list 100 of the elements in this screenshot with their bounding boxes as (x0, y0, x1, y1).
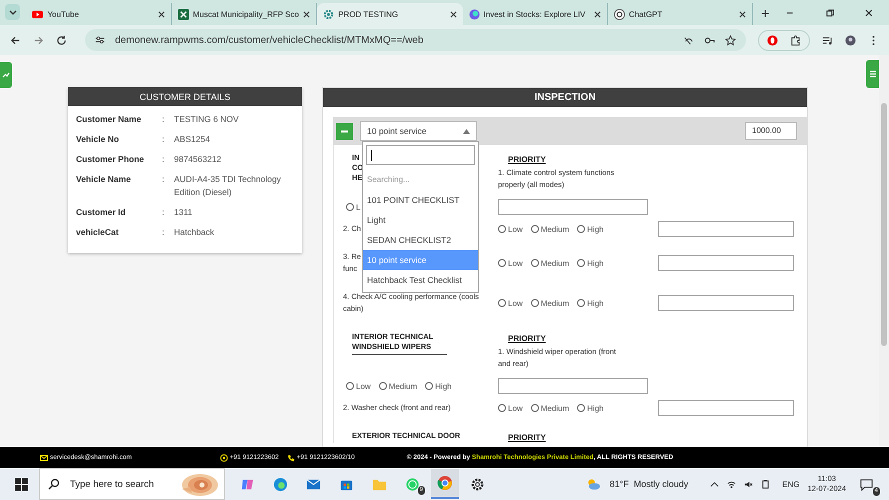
wifi-icon[interactable] (727, 480, 736, 488)
priority-radio[interactable]: Low (498, 404, 523, 412)
chevron-down-icon (8, 8, 17, 16)
spreadsheet-icon (178, 8, 189, 20)
eye-slash-icon[interactable] (683, 34, 694, 46)
remark-field[interactable] (498, 378, 648, 394)
tab-search-button[interactable] (5, 4, 20, 20)
priority-radio[interactable]: Low (498, 224, 523, 234)
field-value: Hatchback (174, 226, 216, 239)
star-icon[interactable] (725, 34, 736, 46)
battery-icon[interactable] (761, 480, 770, 488)
trend-icon (2, 71, 10, 79)
restore-icon[interactable] (824, 8, 834, 18)
settings-icon[interactable] (470, 476, 485, 492)
field-label: Customer Id (76, 206, 127, 219)
dropdown-option[interactable]: SEDAN CHECKLIST2 (363, 230, 478, 250)
ring-icon[interactable] (767, 34, 778, 46)
notification-icon[interactable] (859, 476, 874, 492)
side-panel-toggle[interactable] (0, 62, 12, 88)
priority-radio[interactable]: Medium (530, 298, 570, 308)
close-icon[interactable] (303, 10, 310, 18)
dropdown-option[interactable]: Hatchback Test Checklist (363, 270, 478, 290)
priority-radio[interactable]: High (577, 298, 604, 308)
play-icon (32, 8, 44, 20)
chat-icon (220, 454, 228, 462)
priority-radio[interactable]: High (425, 382, 452, 390)
scrollbar[interactable] (879, 55, 889, 447)
taskbar-search-field[interactable]: Type here to search (39, 468, 225, 500)
mute-icon[interactable] (744, 480, 754, 488)
menu-button[interactable] (866, 60, 879, 88)
field-value: 1311 (174, 206, 194, 219)
priority-radio[interactable]: Medium (530, 404, 570, 412)
field-colon: : (162, 206, 166, 219)
field-label: vehicleCat (76, 226, 120, 239)
search-status: Searching... (366, 174, 411, 186)
remark-field[interactable] (658, 295, 794, 311)
puzzle-icon[interactable] (790, 34, 801, 46)
dropdown-option[interactable]: Light (363, 210, 478, 230)
field-value: 9874563212 (174, 153, 222, 166)
mail-icon (40, 454, 48, 460)
field-colon: : (162, 113, 166, 126)
reload-icon[interactable] (56, 34, 67, 46)
chat-icon[interactable] (405, 476, 420, 492)
browser-tab[interactable]: PROD TESTING (317, 3, 463, 25)
field-value: ABS1254 (174, 133, 211, 146)
priority-radio[interactable]: Low (346, 382, 371, 390)
card-title: CUSTOMER DETAILS (68, 87, 302, 106)
field-colon: : (162, 173, 166, 186)
remark-field[interactable] (658, 255, 794, 271)
checklist-select[interactable]: 10 point service (360, 121, 477, 141)
field-value: TESTING 6 NOV (174, 113, 240, 126)
language-indicator[interactable]: ENG (782, 480, 800, 488)
mail-icon[interactable] (306, 476, 321, 492)
start-icon[interactable] (14, 476, 29, 492)
temperature-text: 81°F (610, 479, 629, 489)
knot-icon (614, 8, 625, 20)
priority-radio[interactable]: Medium (530, 258, 570, 268)
panel-title: INSPECTION (323, 88, 807, 107)
caret-icon (463, 128, 470, 134)
chrome-icon (437, 475, 453, 491)
priority-radio[interactable]: High (577, 258, 604, 268)
priority-radio[interactable]: High (577, 224, 604, 234)
field-label: Customer Name (76, 113, 142, 126)
search-icon (48, 478, 60, 490)
chevron-up-icon[interactable] (710, 480, 720, 488)
search-field[interactable] (366, 145, 475, 165)
field-label: Customer Phone (76, 153, 146, 166)
priority-radio[interactable]: High (577, 404, 604, 412)
address-field[interactable]: demonew.rampwms.com/customer/vehicleChecklist/MTMxMQ==/web (85, 29, 746, 51)
browser-icon[interactable] (273, 476, 288, 492)
forward-icon[interactable] (33, 34, 44, 46)
priority-radio[interactable]: Low (498, 298, 523, 308)
media-icon[interactable] (822, 34, 833, 46)
remark-field[interactable] (658, 400, 794, 416)
key-icon[interactable] (704, 34, 715, 46)
back-icon[interactable] (10, 34, 21, 46)
amount-field[interactable]: 1000.00 (745, 122, 797, 140)
remark-field[interactable] (658, 221, 794, 237)
remark-field[interactable] (498, 199, 648, 215)
close-icon[interactable] (450, 10, 457, 18)
priority-radio[interactable]: Low (498, 258, 523, 268)
chrome-taskbar-button[interactable] (431, 469, 459, 499)
priority-heading: PRIORITY (508, 433, 547, 442)
priority-radio[interactable]: Medium (378, 382, 418, 390)
priority-radio[interactable]: Medium (530, 224, 570, 234)
orb-icon (468, 8, 480, 20)
close-icon[interactable] (158, 10, 165, 18)
close-icon[interactable] (739, 10, 746, 18)
weather-text: Mostly cloudy (634, 479, 688, 489)
collapse-button[interactable] (336, 122, 353, 140)
field-colon: : (162, 133, 166, 146)
close-icon[interactable] (864, 8, 874, 18)
close-icon[interactable] (594, 10, 601, 18)
gear-icon (323, 8, 334, 20)
profile-icon[interactable] (845, 34, 856, 46)
new-tab-icon[interactable] (761, 9, 770, 18)
dropdown-option[interactable]: 101 POINT CHECKLIST (363, 190, 478, 210)
priority-radio[interactable]: L (346, 202, 360, 212)
field-value: AUDI-A4-35 TDI Technology Edition (Diesel) (174, 173, 282, 199)
site-settings-icon (95, 35, 105, 45)
